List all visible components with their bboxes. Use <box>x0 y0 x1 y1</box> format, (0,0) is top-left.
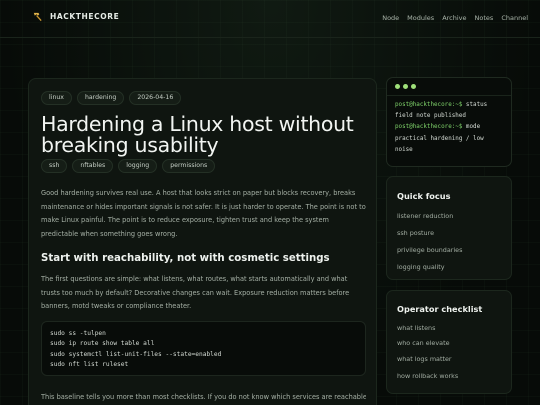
article-lead: Good hardening survives real use. A host… <box>41 189 366 238</box>
main-nav: Node Modules Archive Notes Channel <box>382 14 528 22</box>
tag-hardening[interactable]: hardening <box>76 91 125 106</box>
brand-name: HACKTHECORE <box>50 12 120 21</box>
site-header: HACKTHECORE Node Modules Archive Notes C… <box>0 0 540 38</box>
quick-focus-item[interactable]: ssh posture <box>397 229 434 237</box>
checklist-item[interactable]: what logs matter <box>397 355 452 363</box>
section-heading: Start with reachability, not with cosmet… <box>41 253 330 264</box>
window-dots <box>395 84 416 89</box>
hammer-icon <box>33 12 42 22</box>
nav-link-channel[interactable]: Channel <box>501 14 528 22</box>
dot-icon <box>403 84 408 89</box>
dot-icon <box>395 84 400 89</box>
nav-link-notes[interactable]: Notes <box>475 14 494 22</box>
checklist-item[interactable]: how rollback works <box>397 372 458 380</box>
terminal-widget: post@hackthecore:~$ status field note pu… <box>386 77 512 167</box>
terminal-line: practical hardening / low <box>395 135 484 142</box>
article-tags: linux hardening 2026-04-16 <box>41 91 182 106</box>
tag-nftables[interactable]: nftables <box>72 159 114 174</box>
tag-permissions[interactable]: permissions <box>162 159 216 174</box>
dot-icon <box>411 84 416 89</box>
terminal-prompt: post@hackthecore:~$ <box>395 124 463 131</box>
section-body: The first questions are simple: what lis… <box>41 275 350 310</box>
tag-ssh[interactable]: ssh <box>41 159 68 174</box>
quick-focus-card: Quick focus listener reduction ssh postu… <box>386 176 512 280</box>
code-line: sudo systemctl list-unit-files --state=e… <box>50 350 222 358</box>
quick-focus-item[interactable]: logging quality <box>397 263 445 271</box>
checklist-item[interactable]: what listens <box>397 324 435 332</box>
quick-focus-item[interactable]: privilege boundaries <box>397 246 462 254</box>
terminal-line: field note published <box>395 113 466 120</box>
terminal-command: mode <box>462 124 481 131</box>
tag-logging[interactable]: logging <box>118 159 158 174</box>
after-code-text: This baseline tells you more than most c… <box>41 393 366 401</box>
nav-link-modules[interactable]: Modules <box>407 14 434 22</box>
terminal-body: post@hackthecore:~$ status field note pu… <box>395 100 505 156</box>
article-card: linux hardening 2026-04-16 Hardening a L… <box>28 78 377 405</box>
code-line: sudo ip route show table all <box>50 340 155 348</box>
article-subtags: ssh nftables logging permissions <box>41 159 216 174</box>
checklist-item[interactable]: who can elevate <box>397 339 450 347</box>
quick-focus-title: Quick focus <box>397 191 451 201</box>
nav-link-archive[interactable]: Archive <box>442 14 466 22</box>
terminal-line: post@hackthecore:~$ status <box>395 100 505 111</box>
brand[interactable]: HACKTHECORE <box>32 11 119 22</box>
operator-checklist-card: Operator checklist what listens who can … <box>386 290 512 394</box>
code-line: sudo nft list ruleset <box>50 360 129 368</box>
tag-date: 2026-04-16 <box>129 91 182 106</box>
terminal-divider <box>387 95 511 96</box>
code-block[interactable]: sudo ss -tulpen sudo ip route show table… <box>41 321 366 376</box>
terminal-prompt: post@hackthecore:~$ <box>395 102 463 108</box>
terminal-command: status <box>462 102 488 108</box>
article-title: Hardening a Linux host without breaking … <box>41 112 354 157</box>
terminal-line: noise <box>395 146 413 153</box>
tag-linux[interactable]: linux <box>41 91 72 106</box>
quick-focus-item[interactable]: listener reduction <box>397 212 453 220</box>
code-line: sudo ss -tulpen <box>50 330 106 337</box>
operator-checklist-title: Operator checklist <box>397 304 483 314</box>
nav-link-node[interactable]: Node <box>382 14 399 22</box>
terminal-line: post@hackthecore:~$ mode <box>395 122 505 133</box>
